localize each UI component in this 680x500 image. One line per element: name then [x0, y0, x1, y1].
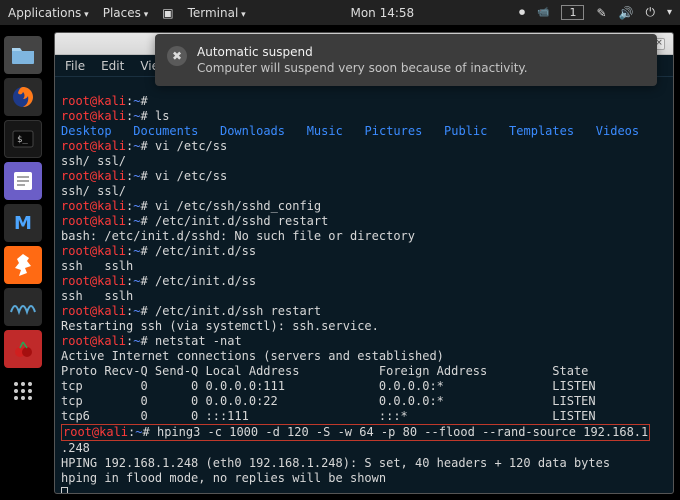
- menu-edit[interactable]: Edit: [101, 59, 124, 73]
- brush-icon[interactable]: ✎: [596, 6, 606, 20]
- menu-file[interactable]: File: [65, 59, 85, 73]
- applications-menu[interactable]: Applications: [8, 6, 89, 20]
- top-bar: Applications Places ▣ Terminal Mon 14:58…: [0, 0, 680, 25]
- clock[interactable]: Mon 14:58: [260, 6, 505, 20]
- terminal-output[interactable]: root@kali:~# root@kali:~# ls Desktop Doc…: [55, 77, 673, 493]
- workspace-indicator[interactable]: 1: [561, 5, 584, 20]
- cursor: [61, 487, 68, 493]
- notification-title: Automatic suspend: [197, 44, 643, 60]
- dock-files[interactable]: [4, 36, 42, 74]
- notification-popup[interactable]: ✖ Automatic suspend Computer will suspen…: [155, 34, 657, 86]
- terminal-indicator-icon: ▣: [162, 6, 173, 20]
- dock-metasploit[interactable]: M: [4, 204, 42, 242]
- highlighted-command: root@kali:~# hping3 -c 1000 -d 120 -S -w…: [61, 424, 650, 441]
- power-icon[interactable]: ⏻: [645, 5, 655, 20]
- terminal-menu[interactable]: Terminal: [188, 6, 246, 20]
- volume-icon[interactable]: 🔊: [619, 6, 634, 20]
- terminal-window: – ▢ × File Edit View root@kali:~# root@k…: [54, 32, 674, 494]
- info-icon: ✖: [167, 46, 187, 66]
- dock: $_ M: [4, 28, 46, 410]
- dock-text-editor[interactable]: [4, 162, 42, 200]
- prompt: root@kali: [61, 94, 126, 108]
- dock-cherrytree[interactable]: [4, 330, 42, 368]
- camera-icon[interactable]: 📹: [537, 7, 549, 18]
- system-menu-icon[interactable]: ▾: [667, 7, 672, 18]
- dock-show-apps[interactable]: [4, 372, 42, 410]
- dock-wireshark[interactable]: [4, 288, 42, 326]
- places-menu[interactable]: Places: [103, 6, 149, 20]
- svg-text:$_: $_: [17, 135, 28, 145]
- record-icon[interactable]: ⏺: [519, 5, 525, 20]
- notification-body: Computer will suspend very soon because …: [197, 60, 643, 76]
- dock-firefox[interactable]: [4, 78, 42, 116]
- dock-burp[interactable]: [4, 246, 42, 284]
- dock-terminal[interactable]: $_: [4, 120, 42, 158]
